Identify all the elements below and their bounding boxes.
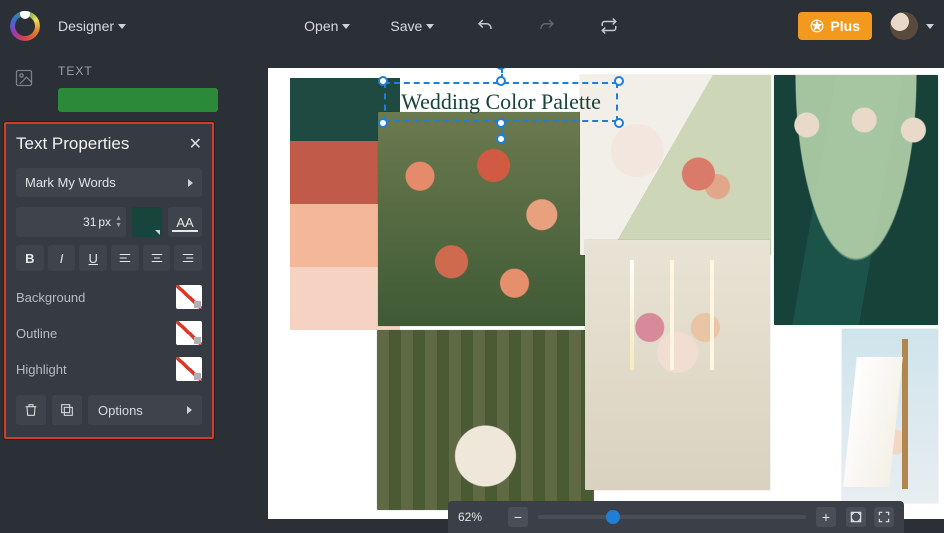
font-family-value: Mark My Words [25, 175, 116, 190]
collage-image[interactable] [774, 75, 938, 325]
top-bar: Designer Open Save Plus [0, 0, 944, 52]
options-dropdown[interactable]: Options [88, 395, 202, 425]
align-right-button[interactable] [174, 245, 202, 271]
image-tool[interactable] [10, 64, 38, 92]
selection-handle[interactable] [614, 118, 624, 128]
app-logo[interactable] [10, 11, 40, 41]
plus-label: Plus [830, 18, 860, 34]
font-size-input[interactable]: 31 px ▲ ▼ [16, 207, 126, 237]
collage-image[interactable] [585, 240, 770, 490]
save-label: Save [390, 18, 422, 34]
zoom-slider-thumb[interactable] [606, 510, 620, 524]
selection-border [384, 82, 618, 122]
size-increase-button[interactable]: ▲ [115, 215, 122, 222]
text-color-picker[interactable] [132, 207, 162, 237]
user-avatar[interactable] [890, 12, 918, 40]
undo-button[interactable] [474, 15, 496, 37]
font-family-dropdown[interactable]: Mark My Words [16, 168, 202, 197]
mode-label: Designer [58, 18, 114, 34]
collage-image[interactable] [377, 330, 594, 510]
align-center-button[interactable] [143, 245, 171, 271]
outline-color-picker[interactable] [176, 321, 202, 345]
zoom-percent: 62% [458, 510, 498, 524]
fullscreen-button[interactable] [874, 507, 894, 527]
collage-image[interactable] [842, 329, 938, 503]
side-section-label: TEXT [58, 64, 218, 78]
selection-handle[interactable] [496, 118, 506, 128]
duplicate-button[interactable] [52, 395, 82, 425]
selected-text-box[interactable]: Wedding Color Palette [384, 82, 618, 122]
text-properties-panel: Text Properties ✕ Mark My Words 31 px ▲ … [4, 122, 214, 439]
delete-button[interactable] [16, 395, 46, 425]
chevron-down-icon [342, 24, 350, 29]
sync-button[interactable] [598, 15, 620, 37]
chevron-right-icon [188, 179, 193, 187]
highlight-color-picker[interactable] [176, 357, 202, 381]
open-menu[interactable]: Open [304, 18, 350, 34]
align-left-button[interactable] [111, 245, 139, 271]
chevron-right-icon [187, 406, 192, 414]
canvas-wrap: Wedding Color Palette 62% − + [228, 52, 944, 533]
font-size-unit: px [98, 215, 111, 229]
chevron-down-icon[interactable] [926, 24, 934, 29]
zoom-out-button[interactable]: − [508, 507, 528, 527]
font-size-value: 31 [83, 215, 96, 229]
collage-image[interactable] [378, 112, 588, 326]
italic-button[interactable]: I [48, 245, 76, 271]
underline-button[interactable]: U [79, 245, 107, 271]
zoom-slider[interactable] [538, 515, 806, 519]
zoom-bar: 62% − + [448, 501, 904, 533]
highlight-label: Highlight [16, 362, 67, 377]
close-panel-button[interactable]: ✕ [189, 134, 202, 154]
selection-handle[interactable] [614, 76, 624, 86]
chevron-down-icon [426, 24, 434, 29]
selection-handle[interactable] [496, 76, 506, 86]
text-case-button[interactable]: AA [168, 207, 202, 237]
zoom-in-button[interactable]: + [816, 507, 836, 527]
text-preset-tile[interactable] [58, 88, 218, 112]
size-decrease-button[interactable]: ▼ [115, 222, 122, 229]
fit-screen-button[interactable] [846, 507, 866, 527]
chevron-down-icon [118, 24, 126, 29]
save-menu[interactable]: Save [390, 18, 434, 34]
selection-handle[interactable] [378, 76, 388, 86]
selection-handle[interactable] [496, 134, 506, 144]
background-color-picker[interactable] [176, 285, 202, 309]
selection-handle[interactable] [496, 68, 506, 70]
mode-dropdown[interactable]: Designer [58, 18, 126, 34]
text-case-label: AA [176, 215, 193, 230]
outline-label: Outline [16, 326, 57, 341]
background-label: Background [16, 290, 85, 305]
upgrade-plus-button[interactable]: Plus [798, 12, 872, 40]
options-label: Options [98, 403, 143, 418]
redo-button [536, 15, 558, 37]
bold-button[interactable]: B [16, 245, 44, 271]
panel-title: Text Properties [16, 134, 129, 154]
canvas[interactable]: Wedding Color Palette [268, 68, 944, 519]
open-label: Open [304, 18, 338, 34]
selection-handle[interactable] [378, 118, 388, 128]
